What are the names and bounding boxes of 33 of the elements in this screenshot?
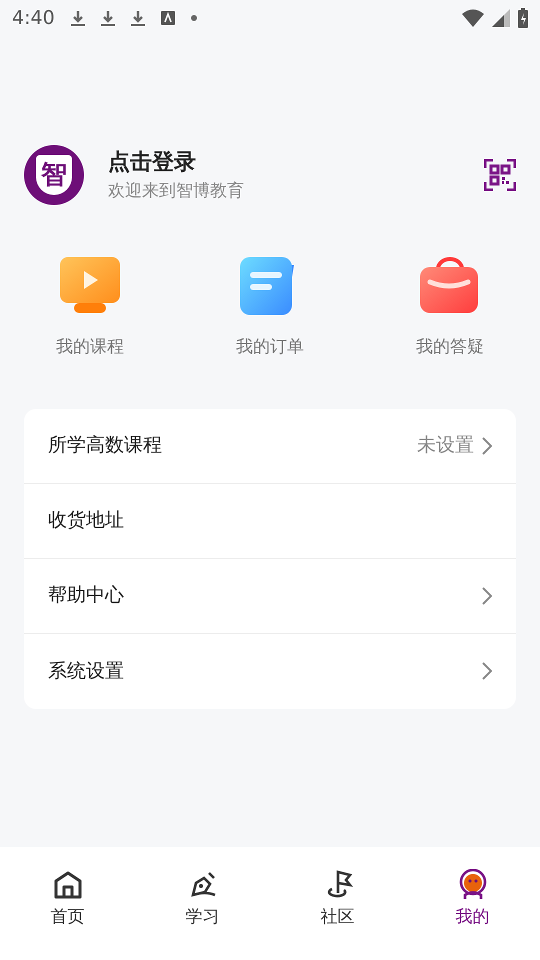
home-icon — [52, 869, 84, 901]
menu-value: 未设置 — [417, 433, 474, 458]
tab-button[interactable]: 学习 — [166, 863, 240, 936]
menu-label: 所学高数课程 — [48, 433, 162, 458]
qr-code-icon[interactable] — [484, 159, 516, 191]
tab-button[interactable]: 社区 — [300, 863, 374, 936]
qa-shortcut[interactable]: 我的答疑 — [416, 257, 484, 360]
briefcase-icon — [420, 257, 480, 315]
dot-icon — [190, 15, 197, 21]
wifi-icon — [462, 9, 484, 27]
logo-text: 智 — [41, 158, 67, 192]
video-screen-icon — [60, 257, 120, 315]
order-shortcut[interactable]: 我的订单 — [236, 257, 304, 360]
course-shortcut[interactable]: 我的课程 — [56, 257, 124, 360]
menu-label: 帮助中心 — [48, 583, 124, 608]
welcome-text: 欢迎来到智博教育 — [108, 180, 244, 203]
login-title[interactable]: 点击登录 — [108, 146, 244, 179]
menu-item[interactable]: 收货地址 — [24, 484, 516, 558]
tab-button[interactable]: 首页 — [30, 863, 104, 936]
battery-icon — [518, 8, 528, 28]
download-icon — [130, 10, 145, 26]
menu-item[interactable]: 帮助中心 — [24, 558, 516, 634]
download-icon — [70, 10, 85, 26]
menu-label: 收货地址 — [48, 508, 124, 534]
status-time: 4:40 — [12, 6, 55, 31]
menu-item[interactable]: 系统设置 — [24, 634, 516, 708]
keyboard-icon — [160, 11, 175, 25]
signal-icon — [492, 9, 510, 27]
tab-button[interactable]: 我的 — [436, 863, 510, 936]
avatar-icon — [456, 869, 488, 901]
download-icon — [100, 10, 115, 26]
menu-label: 系统设置 — [48, 658, 124, 684]
menu-item[interactable]: 所学高数课程 未设置 — [24, 408, 516, 484]
